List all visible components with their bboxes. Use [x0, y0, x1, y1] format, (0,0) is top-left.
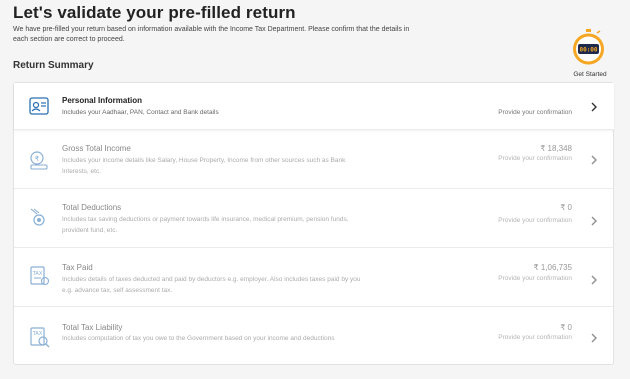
chevron-right-icon[interactable]	[590, 333, 598, 343]
deduction-coin-icon	[30, 208, 45, 226]
row-status: Provide your confirmation	[498, 217, 572, 224]
row-amount: ₹ 0	[560, 203, 572, 212]
chevron-right-icon[interactable]	[590, 155, 598, 165]
rupee-coins-icon: ₹	[30, 151, 48, 170]
row-total-deductions[interactable]: Total Deductions Includes tax saving ded…	[14, 189, 614, 248]
row-gross-total-income[interactable]: ₹ Gross Total Income Includes your incom…	[14, 130, 614, 189]
tax-document-icon: TAX	[30, 266, 50, 286]
page-subtitle: We have pre-filled your return based on …	[13, 26, 410, 43]
chevron-right-icon[interactable]	[590, 216, 598, 226]
row-status: Provide your confirmation	[498, 275, 572, 282]
row-amount: ₹ 1,06,735	[533, 263, 572, 272]
row-title: Personal Information	[62, 96, 143, 105]
section-title-return-summary: Return Summary	[13, 60, 94, 71]
row-title: Gross Total Income	[62, 144, 131, 153]
timer-display: 00:00	[579, 47, 597, 54]
row-description: Includes computation of tax you owe to t…	[62, 335, 335, 342]
row-tax-paid[interactable]: TAX Tax Paid Includes details of taxes d…	[14, 248, 614, 307]
row-status: Provide your confirmation	[498, 109, 572, 116]
row-amount: ₹ 18,348	[540, 144, 572, 153]
chevron-right-icon[interactable]	[590, 102, 598, 112]
row-title: Total Tax Liability	[62, 323, 123, 332]
svg-text:TAX: TAX	[32, 331, 43, 337]
row-description: Includes details of taxes deducted and p…	[62, 276, 361, 294]
return-summary-card: Personal Information Includes your Aadha…	[13, 82, 614, 365]
stopwatch-icon[interactable]: 00:00	[572, 29, 605, 66]
row-title: Total Deductions	[62, 203, 122, 212]
row-status: Provide your confirmation	[498, 334, 572, 341]
svg-text:TAX: TAX	[32, 271, 43, 277]
id-card-icon	[29, 97, 49, 115]
row-amount: ₹ 0	[560, 323, 572, 332]
chevron-right-icon[interactable]	[590, 275, 598, 285]
row-description: Includes your income details like Salary…	[62, 157, 346, 175]
row-title: Tax Paid	[62, 263, 93, 272]
row-description: Includes your Aadhaar, PAN, Contact and …	[62, 109, 219, 116]
row-personal-information[interactable]: Personal Information Includes your Aadha…	[14, 83, 614, 130]
get-started-label[interactable]: Get Started	[568, 71, 612, 78]
row-status: Provide your confirmation	[498, 155, 572, 162]
row-total-tax-liability[interactable]: TAX Total Tax Liability Includes computa…	[14, 307, 614, 365]
tax-calculator-icon: TAX	[30, 327, 50, 348]
svg-text:₹: ₹	[35, 155, 40, 163]
page-title: Let's validate your pre-filled return	[13, 3, 296, 22]
row-description: Includes tax saving deductions or paymen…	[62, 216, 349, 234]
